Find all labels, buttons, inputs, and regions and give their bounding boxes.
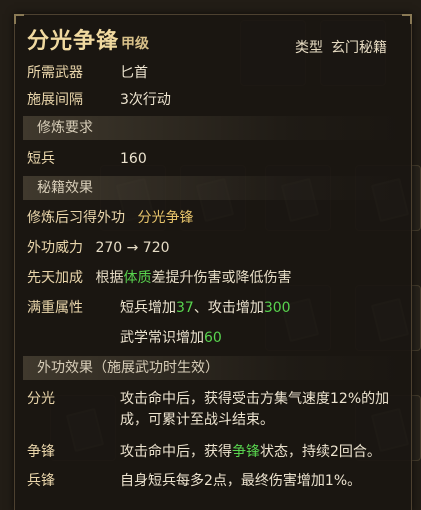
effect-description: 攻击命中后，获得受击方集气速度12%的加 成，可累计至战斗结束。 <box>120 389 410 431</box>
section-effects: 秘籍效果 <box>23 176 403 200</box>
effect-row-3: 兵锋 自身短兵每多2点，最终伤害增加1%。 <box>27 471 361 491</box>
effect-name: 兵锋 <box>27 473 55 489</box>
row-value: 匕首 <box>120 65 148 81</box>
tooltip-header: 分光争锋 甲级 类型 玄门秘籍 <box>27 23 401 57</box>
maxed-line-1: 短兵增加37、攻击增加300 <box>120 298 291 318</box>
effect-name: 分光 <box>27 391 55 407</box>
cast-interval-row: 施展间隔 3次行动 <box>27 90 171 110</box>
maxed-value: 37 <box>176 300 194 316</box>
requirement-row: 短兵 160 <box>27 149 147 169</box>
item-title: 分光争锋 <box>27 29 120 54</box>
maxed-text: 武学常识增加 <box>120 330 204 346</box>
effect-name: 争锋 <box>27 444 55 460</box>
game-screen: 分光争锋 甲级 类型 玄门秘籍 所需武器 匕首 施展间隔 3次行动 修炼要求 短兵 … <box>0 0 421 510</box>
maxed-value: 300 <box>263 300 291 316</box>
section-external-effects: 外功效果（施展武功时生效） <box>23 356 403 380</box>
row-label: 修炼后习得外功 <box>27 210 125 226</box>
effect-text: 状态，持续2回合。 <box>260 444 381 460</box>
row-label: 满重属性 <box>27 300 83 316</box>
effect-description: 攻击命中后，获得争锋状态，持续2回合。 <box>120 442 381 462</box>
effect-text: 攻击命中后，获得 <box>120 444 232 460</box>
maxed-value: 60 <box>204 330 222 346</box>
maxed-text: 、攻击增加 <box>193 300 264 316</box>
effect-line: 攻击命中后，获得受击方集气速度12%的加 <box>120 391 390 407</box>
row-label: 外功威力 <box>27 240 83 256</box>
learn-skill-row: 修炼后习得外功 分光争锋 <box>27 208 193 228</box>
type-value: 玄门秘籍 <box>331 40 387 56</box>
effect-highlight: 争锋 <box>232 444 260 460</box>
item-grade: 甲级 <box>121 36 150 52</box>
panel-corner <box>14 14 24 24</box>
maxed-attributes-row: 满重属性 短兵增加37、攻击增加300 <box>27 298 291 318</box>
learned-skill-name: 分光争锋 <box>137 210 194 226</box>
type-key: 类型 <box>295 40 323 56</box>
item-type: 类型 玄门秘籍 <box>295 37 387 57</box>
row-value: 3次行动 <box>120 92 171 108</box>
item-tooltip: 分光争锋 甲级 类型 玄门秘籍 所需武器 匕首 施展间隔 3次行动 修炼要求 短兵 … <box>14 14 412 510</box>
effect-row-2: 争锋 攻击命中后，获得争锋状态，持续2回合。 <box>27 442 381 462</box>
section-requirements: 修炼要求 <box>23 116 403 140</box>
skill-power-row: 外功威力 270 → 720 <box>27 238 170 258</box>
row-value: 270 → 720 <box>95 240 170 256</box>
row-label: 先天加成 <box>27 270 83 286</box>
innate-highlight: 体质 <box>123 270 152 286</box>
maxed-text: 短兵增加 <box>120 300 176 316</box>
innate-bonus-row: 先天加成 根据体质差提升伤害或降低伤害 <box>27 268 291 288</box>
required-weapon-row: 所需武器 匕首 <box>27 63 148 83</box>
effect-line: 成，可累计至战斗结束。 <box>120 412 274 428</box>
row-value: 160 <box>120 151 147 167</box>
innate-text-post: 差提升伤害或降低伤害 <box>151 270 292 286</box>
row-label: 所需武器 <box>27 65 83 81</box>
innate-text-pre: 根据 <box>95 270 124 286</box>
row-label: 施展间隔 <box>27 92 83 108</box>
maxed-line-2: 武学常识增加60 <box>120 328 222 348</box>
panel-corner <box>402 14 412 24</box>
row-label: 短兵 <box>27 151 55 167</box>
effect-description: 自身短兵每多2点，最终伤害增加1%。 <box>120 473 362 489</box>
effect-row-1: 分光 <box>27 389 55 409</box>
